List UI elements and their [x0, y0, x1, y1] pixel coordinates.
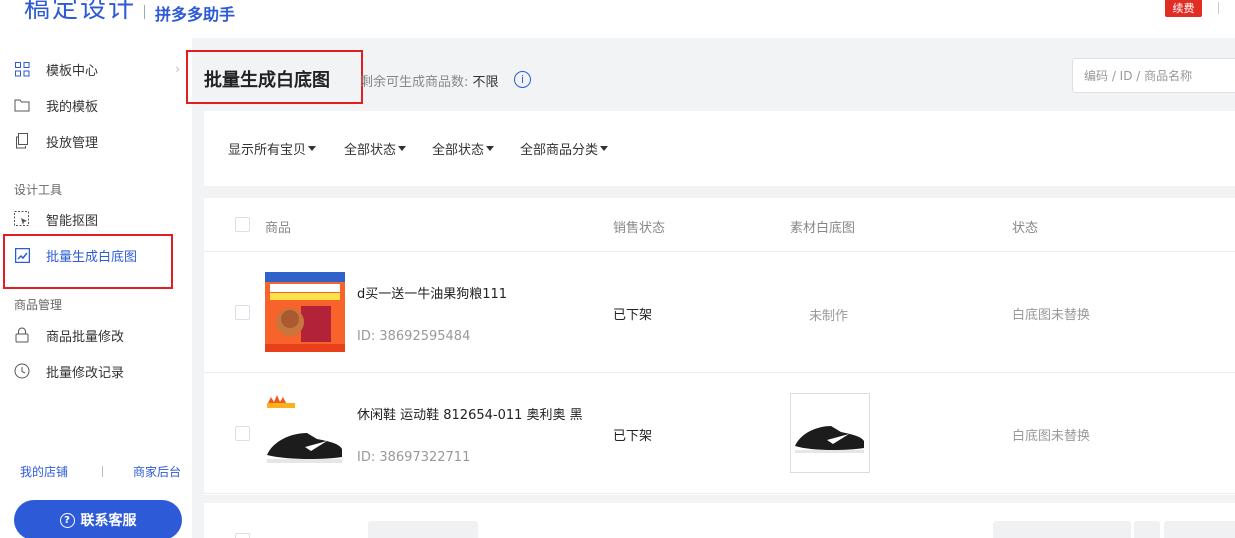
- sidebar-item-label: 商品批量修改: [46, 329, 125, 345]
- links-divider: [102, 466, 103, 477]
- quota-label: 剩余可生成商品数:: [360, 75, 469, 90]
- product-thumbnail[interactable]: [265, 393, 345, 473]
- filter-show-all-items[interactable]: 显示所有宝贝: [228, 139, 317, 158]
- product-id: ID: 38692595484: [357, 329, 471, 344]
- sidebar-item-my-templates[interactable]: 我的模板: [0, 90, 192, 120]
- clock-icon: [14, 363, 30, 379]
- bottom-action-button[interactable]: [993, 521, 1131, 538]
- sale-status: 已下架: [613, 429, 653, 444]
- column-header-status: 状态: [1012, 221, 1039, 236]
- select-all-checkbox[interactable]: [235, 217, 250, 232]
- product-name[interactable]: 休闲鞋 运动鞋 812654-011 奥利奥 黑: [357, 404, 583, 423]
- sidebar-group-goods-management: 商品管理: [14, 298, 63, 312]
- row-checkbox[interactable]: [235, 305, 250, 320]
- table-row: 休闲鞋 运动鞋 812654-011 奥利奥 黑 ID: 38697322711…: [204, 373, 1235, 494]
- caret-down-icon: [600, 146, 609, 151]
- bottom-action-button[interactable]: [1164, 521, 1235, 538]
- sidebar-item-batch-edit[interactable]: 商品批量修改: [0, 320, 192, 350]
- contact-support-label: 联系客服: [80, 513, 137, 529]
- table-header: 商品 销售状态 素材白底图 状态: [204, 198, 1235, 252]
- info-icon[interactable]: i: [514, 71, 531, 88]
- quota-value: 不限: [472, 75, 499, 90]
- brand-logo[interactable]: 稿定设计: [24, 0, 136, 25]
- filter-label: 全部状态: [344, 143, 397, 158]
- sidebar-highlight-box: [3, 234, 173, 289]
- caret-down-icon: [486, 146, 495, 151]
- table-row: d买一送一牛油果狗粮111 ID: 38692595484 已下架 未制作 白底…: [204, 252, 1235, 373]
- filter-label: 显示所有宝贝: [228, 143, 307, 158]
- filter-label: 全部商品分类: [520, 143, 599, 158]
- renew-button[interactable]: 续费: [1165, 0, 1202, 17]
- column-header-product: 商品: [265, 221, 292, 236]
- sale-status: 已下架: [613, 308, 653, 323]
- material-status: 未制作: [809, 309, 849, 324]
- filter-status-2[interactable]: 全部状态: [432, 139, 495, 158]
- top-header: 稿定设计 拼多多助手 续费: [0, 0, 1235, 38]
- sidebar-item-label: 批量修改记录: [46, 365, 125, 381]
- product-name[interactable]: d买一送一牛油果狗粮111: [357, 283, 507, 302]
- product-id: ID: 38697322711: [357, 450, 471, 465]
- lock-icon: [14, 327, 30, 343]
- filter-category[interactable]: 全部商品分类: [520, 139, 609, 158]
- page-title: 批量生成白底图: [204, 70, 330, 91]
- cutout-icon: [14, 211, 30, 227]
- bottom-action-bar: [204, 503, 1235, 538]
- product-table: 商品 销售状态 素材白底图 状态 d买一送一牛油果狗粮111 ID: 38692…: [204, 198, 1235, 495]
- folder-icon: [14, 97, 30, 113]
- replace-status: 白底图未替换: [1012, 308, 1091, 323]
- header-divider: [1218, 2, 1219, 14]
- sidebar-item-label: 我的模板: [46, 99, 99, 115]
- contact-support-button[interactable]: ? 联系客服: [14, 500, 182, 538]
- search-input[interactable]: [1072, 58, 1235, 93]
- quota-text: 剩余可生成商品数: 不限: [360, 71, 499, 90]
- sidebar-item-delivery[interactable]: 投放管理: [0, 126, 192, 156]
- filter-status-1[interactable]: 全部状态: [344, 139, 407, 158]
- row-checkbox[interactable]: [235, 426, 250, 441]
- brand-divider: [144, 5, 145, 19]
- caret-down-icon: [308, 146, 317, 151]
- copy-icon: [14, 133, 30, 149]
- replace-status: 白底图未替换: [1012, 429, 1091, 444]
- my-shop-link[interactable]: 我的店铺: [20, 463, 68, 480]
- column-header-sale-status: 销售状态: [613, 221, 666, 236]
- material-white-bg-image[interactable]: [790, 393, 870, 473]
- bottom-select-all-checkbox[interactable]: [235, 533, 250, 538]
- column-header-material: 素材白底图: [790, 221, 856, 236]
- sidebar-group-design-tools: 设计工具: [14, 183, 63, 197]
- sidebar-item-label: 模板中心: [46, 63, 99, 79]
- bottom-action-button[interactable]: [368, 521, 478, 538]
- sidebar-item-label: 智能抠图: [46, 213, 99, 229]
- chevron-right-icon: ›: [175, 62, 180, 76]
- filter-bar: 显示所有宝贝 全部状态 全部状态 全部商品分类: [204, 111, 1235, 186]
- filter-label: 全部状态: [432, 143, 485, 158]
- caret-down-icon: [398, 146, 407, 151]
- grid-icon: [14, 61, 30, 77]
- sidebar-item-edit-history[interactable]: 批量修改记录: [0, 356, 192, 386]
- sidebar-item-smart-cutout[interactable]: 智能抠图: [0, 204, 192, 234]
- product-thumbnail[interactable]: [265, 272, 345, 352]
- sidebar-item-label: 投放管理: [46, 135, 99, 151]
- bottom-action-button[interactable]: [1134, 521, 1160, 538]
- merchant-backend-link[interactable]: 商家后台: [133, 463, 181, 480]
- help-icon: ?: [59, 512, 75, 528]
- product-name: 拼多多助手: [155, 5, 236, 24]
- sidebar-item-template-center[interactable]: 模板中心 ›: [0, 54, 192, 84]
